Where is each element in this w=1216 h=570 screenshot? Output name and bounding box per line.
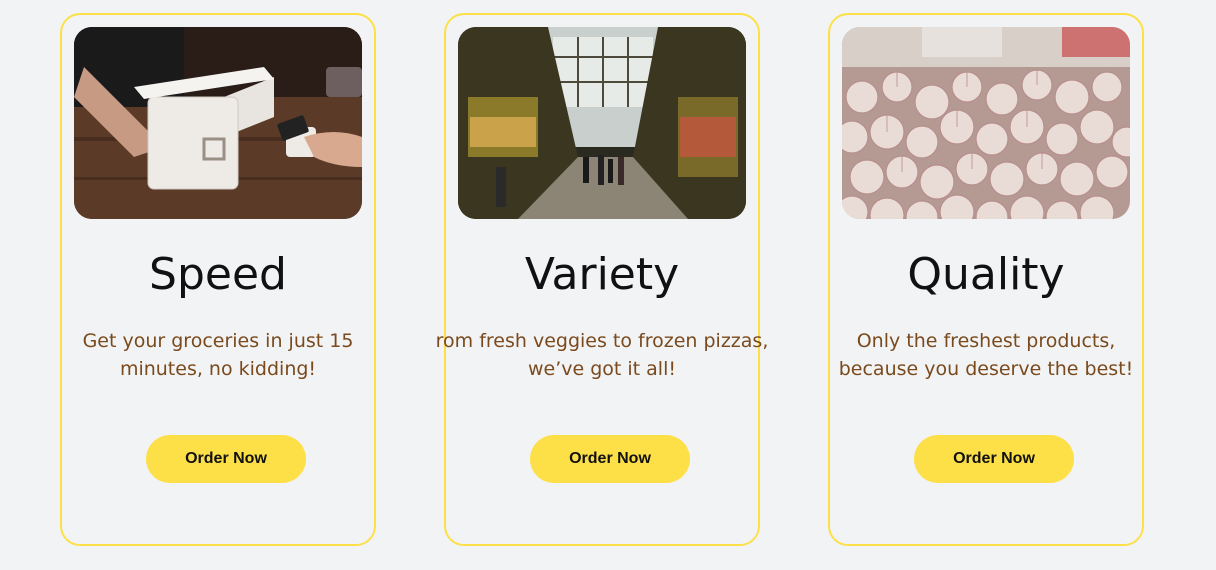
card-title: Variety [524,249,680,300]
order-now-button[interactable]: Order Now [146,435,306,483]
card-description: Get your groceries in just 15 minutes, n… [50,327,386,383]
order-now-button[interactable]: Order Now [914,435,1074,483]
card-title: Quality [907,249,1065,300]
card-description-line: minutes, no kidding! [119,358,317,380]
card-description-line: we’ve got it all! [527,358,676,380]
feature-card-quality: Quality Only the freshest products, beca… [828,13,1144,546]
card-description-line: Only the freshest products, [856,330,1116,352]
garlic-bulbs-photo [842,27,1130,219]
checkout-terminal-photo [74,27,362,219]
card-description-line: rom fresh veggies to frozen pizzas, [435,330,769,352]
order-now-button[interactable]: Order Now [530,435,690,483]
feature-card-variety: Variety rom fresh veggies to frozen pizz… [436,13,768,546]
card-description: Only the freshest products, because you … [818,327,1154,383]
card-description: rom fresh veggies to frozen pizzas, we’v… [434,327,770,383]
card-description-line: Get your groceries in just 15 [82,330,354,352]
card-description-line: because you deserve the best! [838,358,1134,380]
food-market-hall-photo [458,27,746,219]
card-title: Speed [149,249,287,300]
feature-card-speed: Speed Get your groceries in just 15 minu… [60,13,376,546]
